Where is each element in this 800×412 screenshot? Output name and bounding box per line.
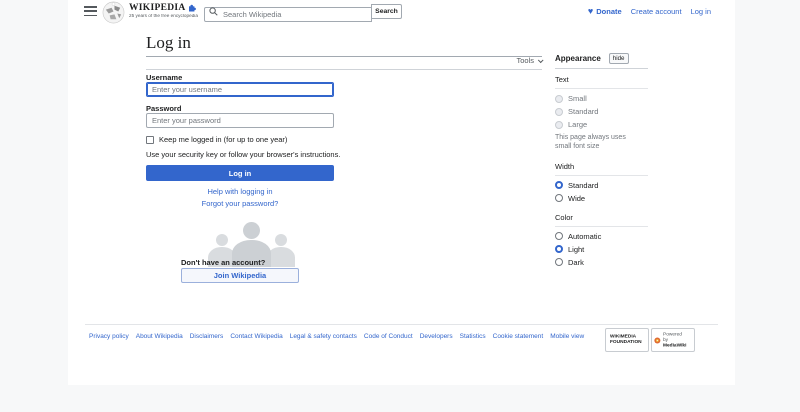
forgot-password-link[interactable]: Forgot your password? (146, 199, 334, 208)
tools-dropdown[interactable]: Tools (146, 56, 542, 70)
badge-line2: MediaWiki (663, 343, 686, 349)
footer-link-developers[interactable]: Developers (420, 333, 453, 340)
radio-icon[interactable] (555, 258, 563, 266)
radio-icon (555, 121, 563, 129)
footer-link-disclaimers[interactable]: Disclaimers (190, 333, 224, 340)
radio-label: Standard (568, 107, 598, 116)
footer: Privacy policy About Wikipedia Disclaime… (85, 324, 718, 374)
radio-label: Light (568, 245, 584, 254)
heart-icon: ♥ (588, 7, 593, 16)
wikimedia-foundation-badge[interactable]: WIKIMEDIA FOUNDATION (605, 328, 649, 352)
donate-wrap: ♥ Donate (588, 7, 622, 16)
no-account-prompt: Don't have an account? (181, 258, 265, 267)
footer-link-mobile-view[interactable]: Mobile view (550, 333, 584, 340)
mediawiki-logo-icon (654, 334, 661, 347)
page-title: Log in (146, 33, 542, 57)
footer-link-contact[interactable]: Contact Wikipedia (230, 333, 282, 340)
radio-icon (555, 95, 563, 103)
radio-label: Standard (568, 181, 598, 190)
help-logging-in-link[interactable]: Help with logging in (146, 187, 334, 196)
text-option-large: Large (555, 120, 648, 129)
content-container: WIKIPEDIA 25 years of the free encyclope… (68, 0, 735, 385)
badge-line1: Powered by (663, 332, 686, 343)
tools-label: Tools (516, 56, 534, 65)
radio-label: Dark (568, 258, 584, 267)
appearance-title: Appearance (555, 54, 601, 63)
radio-label: Small (568, 94, 587, 103)
username-label: Username (146, 73, 182, 82)
width-section-label: Width (555, 156, 648, 176)
wikipedia-globe-logo[interactable] (102, 1, 125, 24)
text-option-standard: Standard (555, 107, 648, 116)
donate-link[interactable]: Donate (596, 7, 621, 16)
footer-link-cookie-statement[interactable]: Cookie statement (493, 333, 544, 340)
password-input[interactable] (146, 113, 334, 128)
searchbar: Search (204, 4, 402, 19)
create-account-link[interactable]: Create account (631, 7, 682, 16)
search-input[interactable] (204, 7, 372, 22)
header-links: ♥ Donate Create account Log in (588, 0, 711, 23)
search-button[interactable]: Search (371, 4, 402, 19)
appearance-panel: Appearance hide Text Small Standard Larg… (555, 53, 648, 271)
wordmark-text: WIKIPEDIA (129, 3, 186, 13)
text-option-small: Small (555, 94, 648, 103)
wikipedia-tagline: 25 years of the free encyclopedia (129, 14, 188, 19)
powered-by-mediawiki-badge[interactable]: Powered by MediaWiki (651, 328, 695, 352)
username-input[interactable] (146, 82, 334, 97)
keep-logged-in-row[interactable]: Keep me logged in (for up to one year) (146, 135, 287, 144)
security-key-text: Use your security key or follow your bro… (146, 150, 340, 159)
appearance-hide-button[interactable]: hide (609, 53, 629, 64)
color-option-automatic[interactable]: Automatic (555, 232, 648, 241)
badge-line2: FOUNDATION (610, 340, 642, 346)
chevron-down-icon (538, 57, 544, 63)
text-section-label: Text (555, 69, 648, 89)
radio-icon[interactable] (555, 194, 563, 202)
search-icon (209, 7, 218, 16)
color-option-dark[interactable]: Dark (555, 258, 648, 267)
radio-icon (555, 108, 563, 116)
radio-icon[interactable] (555, 232, 563, 240)
footer-link-code-of-conduct[interactable]: Code of Conduct (364, 333, 413, 340)
keep-logged-in-checkbox[interactable] (146, 136, 154, 144)
radio-label: Large (568, 120, 587, 129)
footer-link-legal[interactable]: Legal & safety contacts (290, 333, 357, 340)
footer-link-statistics[interactable]: Statistics (460, 333, 486, 340)
footer-link-privacy[interactable]: Privacy policy (89, 333, 129, 340)
join-wikipedia-button[interactable]: Join Wikipedia (181, 268, 299, 283)
footer-links: Privacy policy About Wikipedia Disclaime… (89, 333, 584, 340)
login-button[interactable]: Log in (146, 165, 334, 181)
color-option-light[interactable]: Light (555, 245, 648, 254)
main-menu-icon[interactable] (84, 6, 97, 16)
password-label: Password (146, 104, 181, 113)
wikipedia-wordmark[interactable]: WIKIPEDIA 25 years of the free encyclope… (129, 3, 204, 20)
width-option-wide[interactable]: Wide (555, 194, 648, 203)
radio-label: Automatic (568, 232, 601, 241)
width-option-standard[interactable]: Standard (555, 181, 648, 190)
text-section-note: This page always uses small font size (555, 133, 643, 152)
puzzle-piece-icon (188, 4, 196, 12)
radio-checked-icon[interactable] (555, 181, 563, 189)
keep-logged-in-label: Keep me logged in (for up to one year) (159, 135, 287, 144)
radio-checked-icon[interactable] (555, 245, 563, 253)
log-in-link[interactable]: Log in (691, 7, 711, 16)
footer-link-about[interactable]: About Wikipedia (136, 333, 183, 340)
radio-label: Wide (568, 194, 585, 203)
color-section-label: Color (555, 207, 648, 227)
